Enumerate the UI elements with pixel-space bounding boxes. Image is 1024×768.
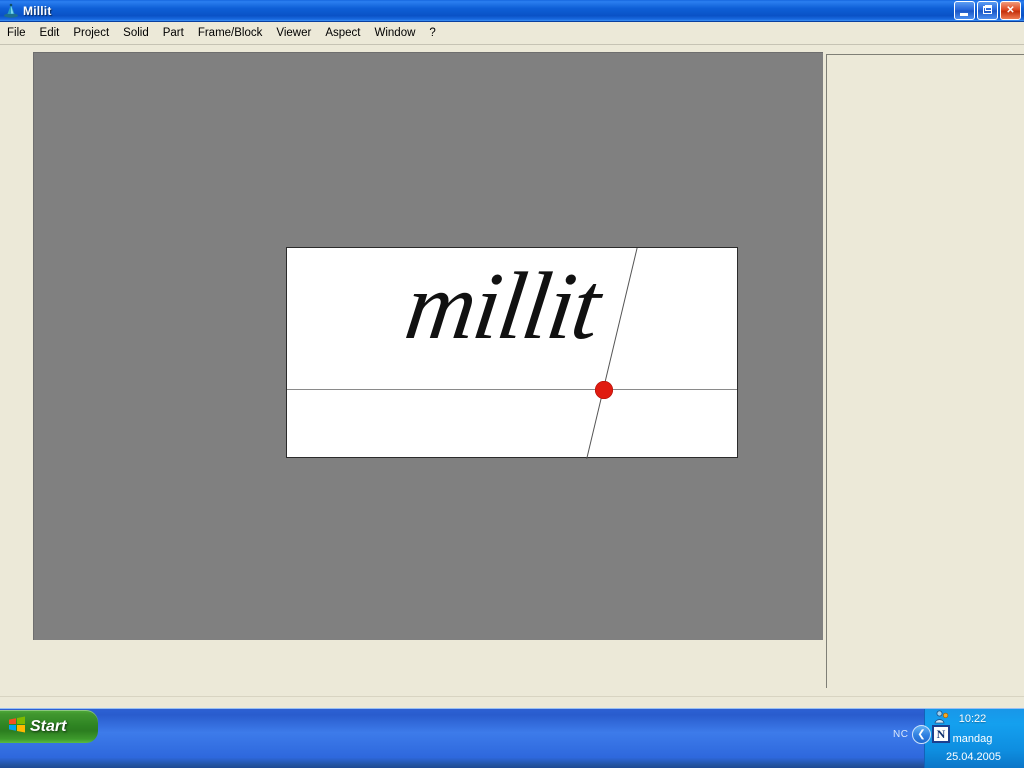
- window-controls: ✕: [954, 1, 1021, 20]
- menu-item-edit[interactable]: Edit: [33, 24, 67, 42]
- chevron-left-icon[interactable]: ❮: [912, 725, 931, 744]
- menubar: File Edit Project Solid Part Frame/Block…: [0, 22, 1024, 45]
- drawing-canvas[interactable]: millit: [33, 52, 823, 640]
- menu-item-aspect[interactable]: Aspect: [318, 24, 367, 42]
- logo-text: millit: [399, 252, 606, 359]
- close-button[interactable]: ✕: [1000, 1, 1021, 20]
- drawing-sheet[interactable]: millit: [286, 247, 738, 459]
- clock-date: 25.04.2005: [945, 751, 1002, 763]
- taskbar: Start e ✉ ▯ ▶ e ▤ ▯ Hovedprosjekt W Opps…: [0, 708, 1024, 768]
- menu-item-window[interactable]: Window: [368, 24, 423, 42]
- window-titlebar[interactable]: Millit ✕: [0, 0, 1024, 22]
- norton-antivirus-icon[interactable]: N: [932, 725, 950, 743]
- minimize-button[interactable]: [954, 1, 975, 20]
- menu-item-solid[interactable]: Solid: [116, 24, 156, 42]
- red-point-marker[interactable]: [595, 381, 613, 399]
- menu-item-project[interactable]: Project: [66, 24, 116, 42]
- user-account-icon[interactable]: [933, 710, 949, 724]
- menu-item-help[interactable]: ?: [422, 24, 442, 42]
- restore-button[interactable]: [977, 1, 998, 20]
- nc-label: NC: [893, 729, 909, 740]
- horizontal-construction-line: [287, 389, 737, 390]
- menu-item-frame-block[interactable]: Frame/Block: [191, 24, 270, 42]
- start-button[interactable]: Start: [0, 710, 98, 743]
- windows-logo-icon: [8, 716, 26, 738]
- menu-item-viewer[interactable]: Viewer: [269, 24, 318, 42]
- workspace: millit: [0, 46, 1024, 754]
- menu-item-file[interactable]: File: [0, 24, 33, 42]
- menu-item-part[interactable]: Part: [156, 24, 191, 42]
- start-label: Start: [30, 717, 67, 735]
- window-title: Millit: [23, 3, 52, 18]
- millit-app-icon: [3, 3, 19, 19]
- workspace-left-margin: [0, 92, 33, 696]
- workspace-right-panel: [826, 54, 1024, 688]
